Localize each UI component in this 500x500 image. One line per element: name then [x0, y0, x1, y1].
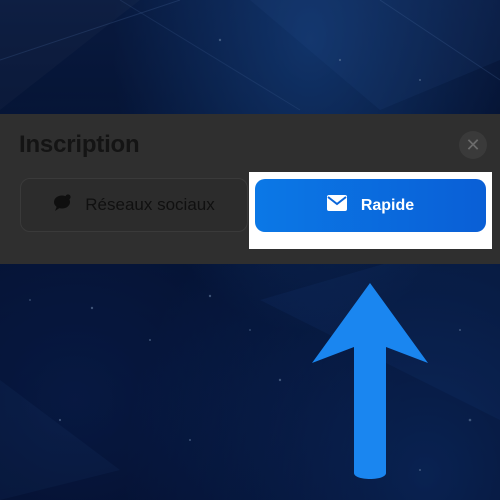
- tab-social-networks-label: Réseaux sociaux: [85, 195, 215, 214]
- close-button[interactable]: ✕: [459, 131, 487, 159]
- arrow-up-annotation: [312, 283, 428, 479]
- close-icon: ✕: [465, 134, 481, 155]
- chat-bubble-icon: [53, 193, 73, 218]
- envelope-icon: [326, 195, 347, 216]
- tab-quick-signup[interactable]: Rapide: [255, 179, 486, 232]
- tab-quick-signup-label: Rapide: [360, 196, 415, 214]
- dialog-title: Inscription: [19, 131, 140, 158]
- tab-social-networks[interactable]: Réseaux sociaux: [20, 178, 248, 232]
